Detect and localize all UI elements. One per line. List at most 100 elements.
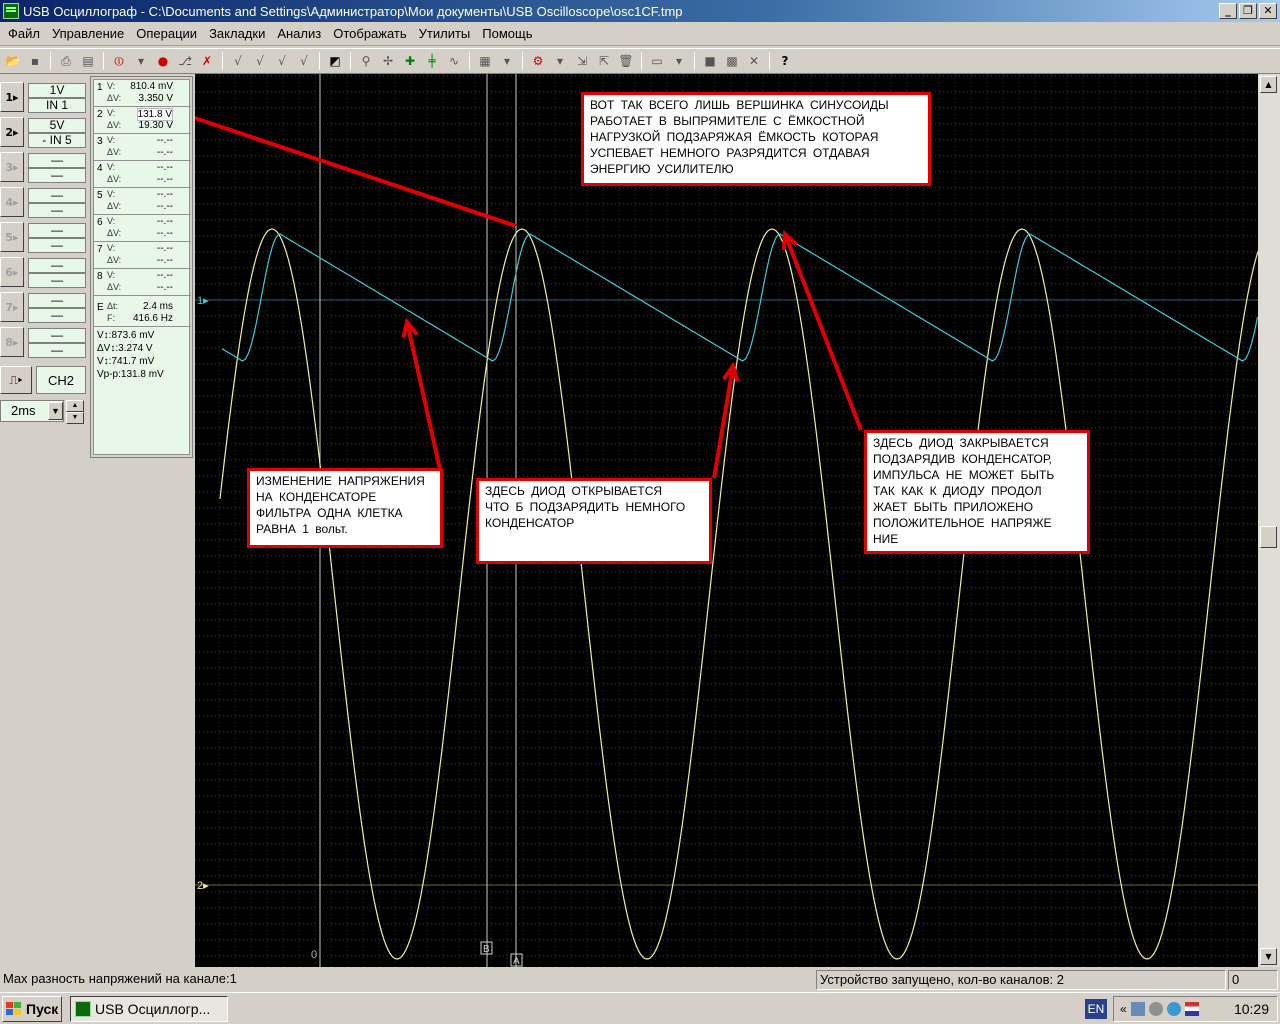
check-icon[interactable]: √ bbox=[228, 51, 248, 71]
settings-icon[interactable]: ⚙ bbox=[528, 51, 548, 71]
toolbar-separator bbox=[694, 52, 695, 70]
frequency-value: 416.6 Hz bbox=[132, 313, 173, 324]
print-preview-icon[interactable]: ▤ bbox=[78, 51, 98, 71]
measurement-row-7: 7 V: ΔV: --.-- --.-- bbox=[94, 242, 191, 269]
help-icon[interactable]: ? bbox=[775, 51, 795, 71]
channel-6-input[interactable]: — bbox=[28, 273, 86, 288]
waveform-icon[interactable]: ∿ bbox=[444, 51, 464, 71]
memory-dropdown-icon[interactable]: ▾ bbox=[497, 51, 517, 71]
zoom-icon[interactable]: ⚲ bbox=[356, 51, 376, 71]
vertical-scrollbar[interactable]: ▲ ▼ bbox=[1258, 74, 1280, 967]
measurement-num: 7 bbox=[97, 244, 103, 255]
channel-4-scale[interactable]: — bbox=[28, 188, 86, 203]
menu-operations[interactable]: Операции bbox=[130, 24, 203, 43]
menu-file[interactable]: Файл bbox=[2, 24, 46, 43]
close-x-icon[interactable]: ✕ bbox=[744, 51, 764, 71]
square-icon[interactable]: ■ bbox=[700, 51, 720, 71]
channel-1-button[interactable]: 1▸ bbox=[0, 82, 24, 112]
channel-2-scale[interactable]: 5V bbox=[28, 118, 86, 133]
menu-bookmarks[interactable]: Закладки bbox=[203, 24, 271, 43]
start-button[interactable]: Пуск bbox=[2, 996, 62, 1022]
scroll-thumb[interactable] bbox=[1260, 526, 1277, 548]
channel-4-input[interactable]: — bbox=[28, 203, 86, 218]
single-shot-icon[interactable]: ⎇ bbox=[175, 51, 195, 71]
record-icon[interactable]: ● bbox=[153, 51, 173, 71]
channel-1-scale[interactable]: 1V bbox=[28, 83, 86, 98]
cursor-icon[interactable]: ✢ bbox=[378, 51, 398, 71]
network-icon[interactable] bbox=[1130, 1002, 1145, 1016]
channel-5-button[interactable]: 5▸ bbox=[0, 222, 24, 252]
grid-icon[interactable]: ▭ bbox=[647, 51, 667, 71]
save-icon[interactable]: ▪ bbox=[25, 51, 45, 71]
channel-5-scale[interactable]: — bbox=[28, 223, 86, 238]
scroll-down-icon[interactable]: ▼ bbox=[1260, 948, 1277, 965]
grid-dropdown-icon[interactable]: ▾ bbox=[669, 51, 689, 71]
grid-small-icon[interactable]: ▩ bbox=[722, 51, 742, 71]
channel-3-input[interactable]: — bbox=[28, 168, 86, 183]
channel-6-button[interactable]: 6▸ bbox=[0, 257, 24, 287]
annotation-arrow bbox=[783, 233, 863, 431]
flag-icon[interactable] bbox=[1184, 1002, 1199, 1016]
check-ch1-icon[interactable]: √ bbox=[250, 51, 270, 71]
measurement-row-time: E Δt: F: 2.4 ms 416.6 Hz bbox=[94, 300, 191, 327]
spin-up-icon[interactable]: ▲ bbox=[66, 400, 84, 412]
taskbar: Пуск USB Осциллогр... EN « 10:29 bbox=[0, 992, 1280, 1024]
clear-icon[interactable]: ✗ bbox=[197, 51, 217, 71]
channel-4-button[interactable]: 4▸ bbox=[0, 187, 24, 217]
timebase-spinner[interactable]: ▲ ▼ bbox=[66, 400, 84, 424]
language-indicator[interactable]: EN bbox=[1085, 999, 1107, 1019]
antivirus-icon[interactable] bbox=[1166, 1002, 1181, 1016]
channel-6-scale[interactable]: — bbox=[28, 258, 86, 273]
check-ch2-icon[interactable]: √ bbox=[272, 51, 292, 71]
memory-icon[interactable]: ▦ bbox=[475, 51, 495, 71]
spin-down-icon[interactable]: ▼ bbox=[66, 412, 84, 424]
measurement-label: ΔV: bbox=[107, 201, 122, 211]
menu-analysis[interactable]: Анализ bbox=[271, 24, 327, 43]
measurement-num: 6 bbox=[97, 217, 103, 228]
measurement-value: 810.4 mV bbox=[130, 81, 173, 92]
menu-control[interactable]: Управление bbox=[46, 24, 130, 43]
start-label: Пуск bbox=[26, 1001, 59, 1017]
channel-7-scale[interactable]: — bbox=[28, 293, 86, 308]
measure-icon[interactable]: ✚ bbox=[400, 51, 420, 71]
disk-icon[interactable] bbox=[1148, 1002, 1163, 1016]
ch2-trace bbox=[219, 228, 1258, 960]
taskbar-app-button[interactable]: USB Осциллогр... bbox=[70, 996, 228, 1022]
oscilloscope-screen[interactable]: 1▸ 2▸ 0 B A ВОТ ТАК ВСЕГО ЛИШЬ ВЕРШИНКА … bbox=[195, 74, 1258, 967]
menu-help[interactable]: Помощь bbox=[476, 24, 538, 43]
scale-icon[interactable]: ⇲ bbox=[572, 51, 592, 71]
channel-3-scale[interactable]: — bbox=[28, 153, 86, 168]
trigger-channel[interactable]: CH2 bbox=[36, 366, 86, 394]
settings-dropdown-icon[interactable]: ▾ bbox=[550, 51, 570, 71]
channel-8-input[interactable]: — bbox=[28, 343, 86, 358]
close-button[interactable]: ✕ bbox=[1259, 3, 1277, 19]
maximize-button[interactable]: ❐ bbox=[1239, 3, 1257, 19]
channel-5-input[interactable]: — bbox=[28, 238, 86, 253]
trash-icon[interactable]: 🗑 bbox=[616, 51, 636, 71]
marker-icon[interactable]: ╪ bbox=[422, 51, 442, 71]
channel-7-button[interactable]: 7▸ bbox=[0, 292, 24, 322]
menu-view[interactable]: Отображать bbox=[327, 24, 412, 43]
chevron-down-icon[interactable]: ▼ bbox=[48, 402, 63, 420]
channel-1-input[interactable]: IN 1 bbox=[28, 98, 86, 113]
print-icon[interactable]: ⎙ bbox=[56, 51, 76, 71]
open-icon[interactable]: 📂 bbox=[3, 51, 23, 71]
channel-2-button[interactable]: 2▸ bbox=[0, 117, 24, 147]
trigger-button[interactable]: ⎍▸ bbox=[0, 366, 32, 394]
minimize-button[interactable]: _ bbox=[1219, 3, 1237, 19]
menu-utilities[interactable]: Утилиты bbox=[413, 24, 477, 43]
channel-3-button[interactable]: 3▸ bbox=[0, 152, 24, 182]
channel-7-input[interactable]: — bbox=[28, 308, 86, 323]
scale2-icon[interactable]: ⇱ bbox=[594, 51, 614, 71]
scroll-up-icon[interactable]: ▲ bbox=[1260, 76, 1277, 93]
cursor-a-label: A bbox=[513, 956, 520, 967]
tray-expand-icon[interactable]: « bbox=[1120, 1002, 1127, 1016]
stop-dropdown-icon[interactable]: ▾ bbox=[131, 51, 151, 71]
channel-8-scale[interactable]: — bbox=[28, 328, 86, 343]
stop-icon[interactable]: ⏼ bbox=[109, 51, 129, 71]
channel-8-button[interactable]: 8▸ bbox=[0, 327, 24, 357]
channel-2-input[interactable]: - IN 5 bbox=[28, 133, 86, 148]
annotation-middle: ЗДЕСЬ ДИОД ОТКРЫВАЕТСЯ ЧТО Б ПОДЗАРЯДИТЬ… bbox=[476, 478, 712, 564]
display-mode-icon[interactable]: ◩ bbox=[325, 51, 345, 71]
check-all-icon[interactable]: √ bbox=[294, 51, 314, 71]
